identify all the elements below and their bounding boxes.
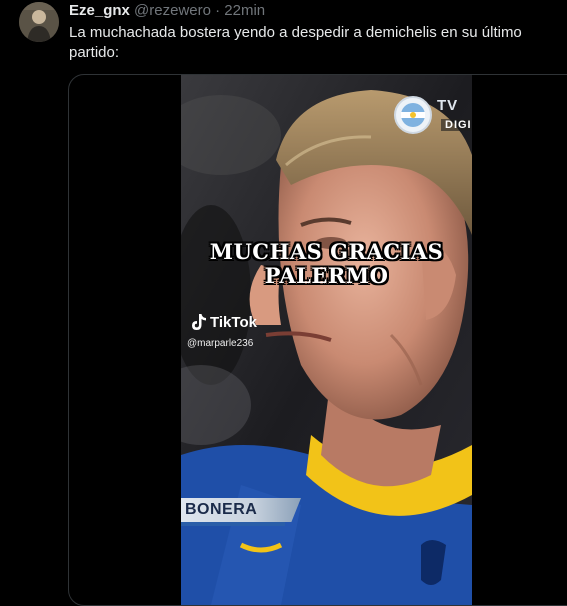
tweet-text: La muchachada bostera yendo a despedir a… — [69, 24, 522, 61]
display-name[interactable]: Eze_gnx — [69, 2, 130, 19]
video-caption-line2: PALERMO — [264, 263, 389, 288]
broadcast-logo-text: TV — [437, 97, 459, 114]
separator-dot: · — [215, 2, 221, 19]
tiktok-handle: @marparle236 — [187, 338, 254, 349]
player-name: BONERA — [185, 501, 258, 518]
broadcast-logo-sub: DIGI — [441, 119, 472, 131]
user-handle[interactable]: @rezewero — [134, 2, 211, 19]
lower-third-stripe — [181, 522, 285, 526]
video-player[interactable]: TV DIGI MUCHAS GRACIAS PALERMO TikTok @m… — [181, 75, 472, 605]
tiktok-label: TikTok — [210, 313, 257, 331]
tiktok-icon — [192, 314, 206, 330]
media-container[interactable]: TV DIGI MUCHAS GRACIAS PALERMO TikTok @m… — [68, 74, 567, 606]
broadcast-logo-icon — [394, 96, 432, 134]
tweet-header: Eze_gnx @rezewero · 22min — [69, 2, 265, 20]
tiktok-watermark: TikTok — [191, 313, 257, 331]
video-caption-line1: MUCHAS GRACIAS — [209, 239, 444, 264]
timestamp[interactable]: 22min — [224, 2, 265, 19]
lower-third-banner: BONERA — [181, 498, 301, 522]
avatar[interactable] — [19, 2, 59, 42]
